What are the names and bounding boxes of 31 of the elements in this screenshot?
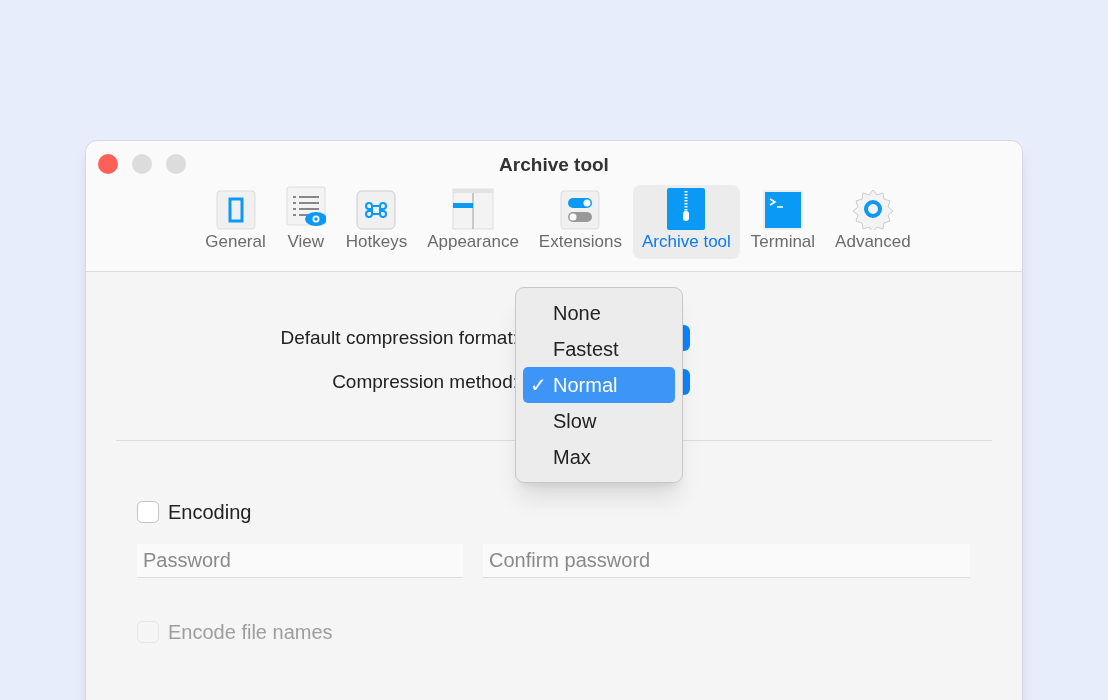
menu-item[interactable]: None <box>523 295 675 331</box>
form-label: Default compression format: <box>279 325 518 350</box>
menu-item[interactable]: Fastest <box>523 331 675 367</box>
close-window-button[interactable] <box>98 154 118 174</box>
settings-icon <box>851 187 894 230</box>
phone-icon <box>215 189 256 230</box>
checkbox-label: Encode file names <box>168 620 333 645</box>
checkbox-label: Encoding <box>168 500 252 525</box>
toolbar-tab[interactable]: Terminal <box>741 184 825 259</box>
zoom-window-button[interactable] <box>166 154 186 174</box>
menu-item[interactable]: ✓ Normal <box>523 367 675 403</box>
toggles-icon <box>560 189 601 230</box>
menu-item[interactable]: Max <box>523 439 675 475</box>
window-title: Archive tool <box>499 153 609 177</box>
command-key-icon <box>356 189 397 230</box>
checkbox[interactable] <box>137 501 159 523</box>
toolbar-tab[interactable]: General <box>196 184 275 259</box>
menu-item[interactable]: Slow <box>523 403 675 439</box>
toolbar-tab[interactable]: View <box>276 184 335 259</box>
terminal-icon <box>763 189 803 230</box>
toolbar-tab[interactable]: Hotkeys <box>336 184 417 259</box>
toolbar-tab[interactable]: Advanced <box>826 184 920 259</box>
zip-file-icon <box>667 187 706 230</box>
minimize-window-button[interactable] <box>132 154 152 174</box>
toolbar-tab[interactable]: Appearance <box>418 184 528 259</box>
split-window-icon <box>452 187 494 230</box>
text-field[interactable]: Password <box>137 544 463 578</box>
form-label: Compression method: <box>331 369 518 394</box>
text-field[interactable]: Confirm password <box>483 544 970 578</box>
toolbar-tab[interactable]: Archive tool <box>633 184 740 259</box>
toolbar-tab[interactable]: Extensions <box>529 184 632 259</box>
